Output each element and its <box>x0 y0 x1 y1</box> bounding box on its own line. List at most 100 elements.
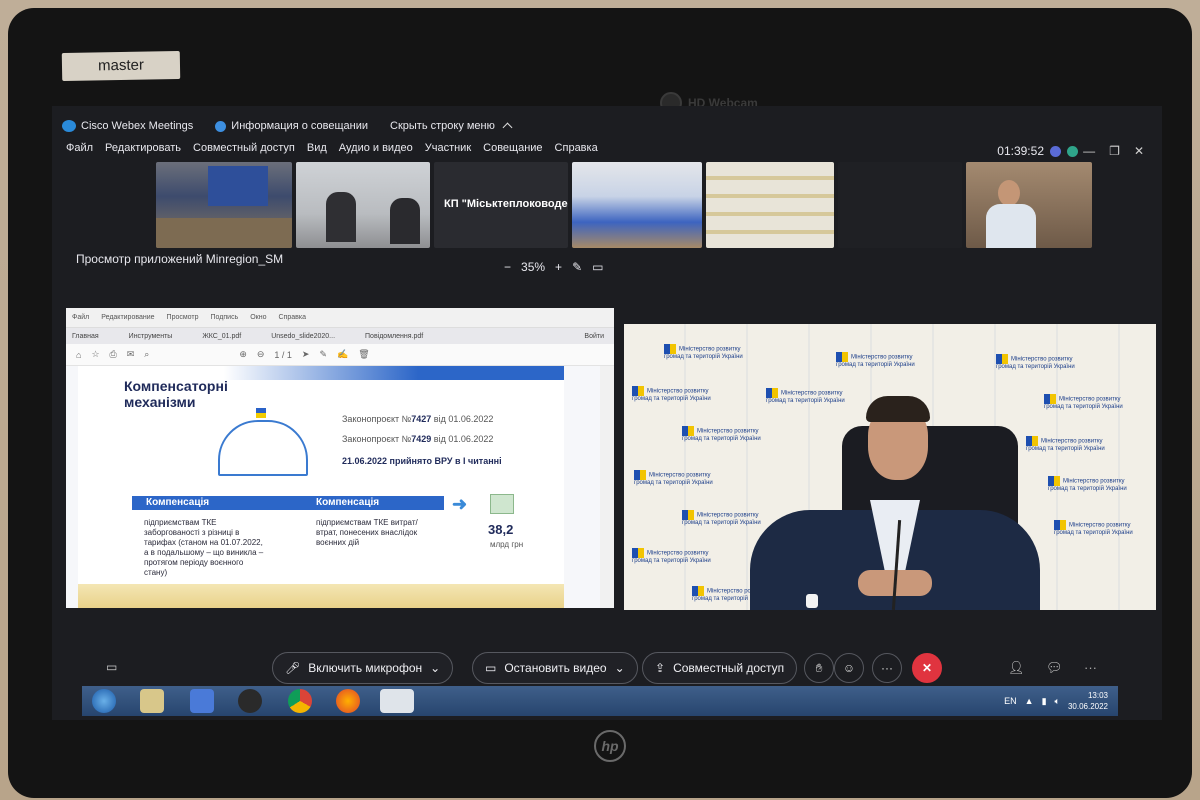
stop-video-button[interactable]: ▭ Остановить видео ⌄ <box>472 652 638 684</box>
home-icon[interactable]: ⌂ <box>76 350 81 360</box>
network-icon[interactable]: ▮ <box>1042 696 1047 707</box>
logo-line-2: громад та територій України <box>682 520 761 526</box>
participant-tile[interactable] <box>838 162 962 248</box>
chevron-down-icon[interactable]: ⌄ <box>430 661 440 675</box>
camera-icon: ▭ <box>485 661 497 675</box>
volume-icon[interactable]: 🔈︎ <box>1055 696 1060 707</box>
menu-edit[interactable]: Редактировать <box>105 142 181 154</box>
file-explorer-icon[interactable] <box>140 689 164 713</box>
chrome-icon[interactable] <box>288 689 312 713</box>
logo-line-1: Міністерство розвитку <box>1063 478 1125 485</box>
ministry-logo-icon <box>634 470 646 480</box>
save-disk-icon[interactable] <box>190 689 214 713</box>
tab-doc-1[interactable]: ЖКС_01.pdf <box>202 333 241 340</box>
stop-video-label: Остановить видео <box>504 661 607 675</box>
restore-icon[interactable]: ❐ <box>1109 144 1120 158</box>
participant-tile[interactable] <box>296 162 430 248</box>
tab-doc-3[interactable]: Повідомлення.pdf <box>365 333 423 340</box>
tab-tools[interactable]: Инструменты <box>129 333 173 340</box>
participant-tile[interactable] <box>706 162 834 248</box>
hide-menu-button[interactable]: Скрыть строку меню <box>390 120 513 133</box>
webex-taskbar-icon[interactable] <box>380 689 414 713</box>
pdf-tabs: Главная Инструменты ЖКС_01.pdf Unsedo_sl… <box>66 328 614 344</box>
obs-icon[interactable] <box>238 689 262 713</box>
ministry-logo-icon <box>692 586 704 596</box>
page-up-icon[interactable]: ⊕ <box>239 349 247 360</box>
pdf-menu-file[interactable]: Файл <box>72 314 89 321</box>
backdrop-logo: Міністерство розвитку громад та територій… <box>1026 436 1105 453</box>
menu-audio-video[interactable]: Аудио и видео <box>339 142 413 154</box>
logo-line-1: Міністерство розвитку <box>1011 356 1073 363</box>
chevron-down-icon[interactable]: ⌄ <box>615 661 625 675</box>
minimize-icon[interactable]: — <box>1083 144 1095 158</box>
participant-tile[interactable] <box>966 162 1092 248</box>
logo-line-1: Міністерство розвитку <box>1069 522 1131 529</box>
participants-icon[interactable]: 👤︎ <box>1008 660 1025 676</box>
captions-icon[interactable]: ▭ <box>106 660 117 674</box>
sign-icon[interactable]: ✍ <box>337 349 348 360</box>
menu-file[interactable]: Файл <box>66 142 93 154</box>
logo-line-2: громад та територій України <box>766 398 845 404</box>
trash-icon[interactable]: 🗑 <box>358 349 369 360</box>
more-options-button[interactable]: ··· <box>872 653 902 683</box>
pdf-menu-help[interactable]: Справка <box>279 314 306 321</box>
tab-doc-2[interactable]: Unsedo_slide2020... <box>271 333 335 340</box>
menu-view[interactable]: Вид <box>307 142 327 154</box>
meeting-info-button[interactable]: Информация о совещании <box>215 120 368 132</box>
chat-icon[interactable]: 💬︎ <box>1046 660 1063 676</box>
language-indicator[interactable]: EN <box>1004 696 1017 706</box>
participant-tile[interactable]: КП "Міськтеплоководе... <box>434 162 568 248</box>
logo-line-1: Міністерство розвитку <box>1041 438 1103 445</box>
menu-participant[interactable]: Участник <box>425 142 471 154</box>
backdrop-logo: Міністерство розвитку громад та територій… <box>632 386 711 403</box>
page-nav[interactable]: 1 / 1 <box>274 350 292 360</box>
firefox-icon[interactable] <box>336 689 360 713</box>
meeting-controls: ▭ 🎤︎ Включить микрофон ⌄ ▭ Остановить ви… <box>52 652 1162 686</box>
participant-tile[interactable] <box>572 162 702 248</box>
app-name-label: Cisco Webex Meetings <box>81 120 194 132</box>
clock[interactable]: 13:03 30.06.2022 <box>1068 690 1108 712</box>
close-icon[interactable]: ✕ <box>1134 144 1144 158</box>
menu-help[interactable]: Справка <box>555 142 598 154</box>
menu-share[interactable]: Совместный доступ <box>193 142 295 154</box>
stats-icon[interactable] <box>1067 145 1078 157</box>
logo-line-2: громад та територій України <box>1044 404 1123 410</box>
print-icon[interactable]: ⎙ <box>110 349 117 360</box>
compensation-label-2: Компенсація <box>316 497 380 508</box>
clock-time: 13:03 <box>1087 691 1108 700</box>
logo-line-2: громад та територій України <box>996 364 1075 370</box>
more-panels-icon[interactable]: ··· <box>1084 660 1097 675</box>
participant-tile[interactable] <box>156 162 292 248</box>
bill-1-prefix: Законопроєкт № <box>342 414 412 424</box>
annotate-icon[interactable]: ✎ <box>572 260 582 274</box>
start-button-icon[interactable] <box>92 689 116 713</box>
mail-icon[interactable]: ✉ <box>127 349 135 360</box>
end-call-button[interactable]: ✕ <box>912 653 942 683</box>
logo-line-1: Міністерство розвитку <box>697 512 759 519</box>
fit-window-icon[interactable]: ▭ <box>592 260 603 274</box>
page-down-icon[interactable]: ⊖ <box>257 349 265 360</box>
logo-line-1: Міністерство розвитку <box>647 388 709 395</box>
security-icon[interactable] <box>1050 145 1061 157</box>
zoom-out-button[interactable]: − <box>504 260 511 274</box>
pdf-menu-view[interactable]: Просмотр <box>167 314 199 321</box>
tray-arrow-icon[interactable]: ▲ <box>1025 696 1034 706</box>
menu-meeting[interactable]: Совещание <box>483 142 542 154</box>
tab-home[interactable]: Главная <box>72 333 99 340</box>
reactions-icon[interactable]: ☺ <box>834 653 864 683</box>
zoom-in-button[interactable]: + <box>555 260 562 274</box>
pointer-icon[interactable]: ➤ <box>302 349 310 360</box>
pdf-tools: ⌂ ☆ ⎙ ✉ ⌕ ⊕ ⊖ 1 / 1 ➤ ✎ ✍ 🗑 <box>66 344 614 366</box>
signin-button[interactable]: Войти <box>584 333 604 340</box>
pdf-side-toolbar[interactable] <box>600 366 614 608</box>
raise-hand-icon[interactable]: ✋︎ <box>804 653 834 683</box>
pdf-menu-window[interactable]: Окно <box>250 314 266 321</box>
ministry-logo-icon <box>766 388 778 398</box>
star-icon[interactable]: ☆ <box>91 349 99 360</box>
pdf-menu-sign[interactable]: Подпись <box>211 314 239 321</box>
share-button[interactable]: ⇪ Совместный доступ <box>642 652 798 684</box>
pen-icon[interactable]: ✎ <box>319 349 327 360</box>
search-icon[interactable]: ⌕ <box>144 349 149 360</box>
pdf-menu-edit[interactable]: Редактирование <box>101 314 154 321</box>
unmute-button[interactable]: 🎤︎ Включить микрофон ⌄ <box>272 652 454 684</box>
